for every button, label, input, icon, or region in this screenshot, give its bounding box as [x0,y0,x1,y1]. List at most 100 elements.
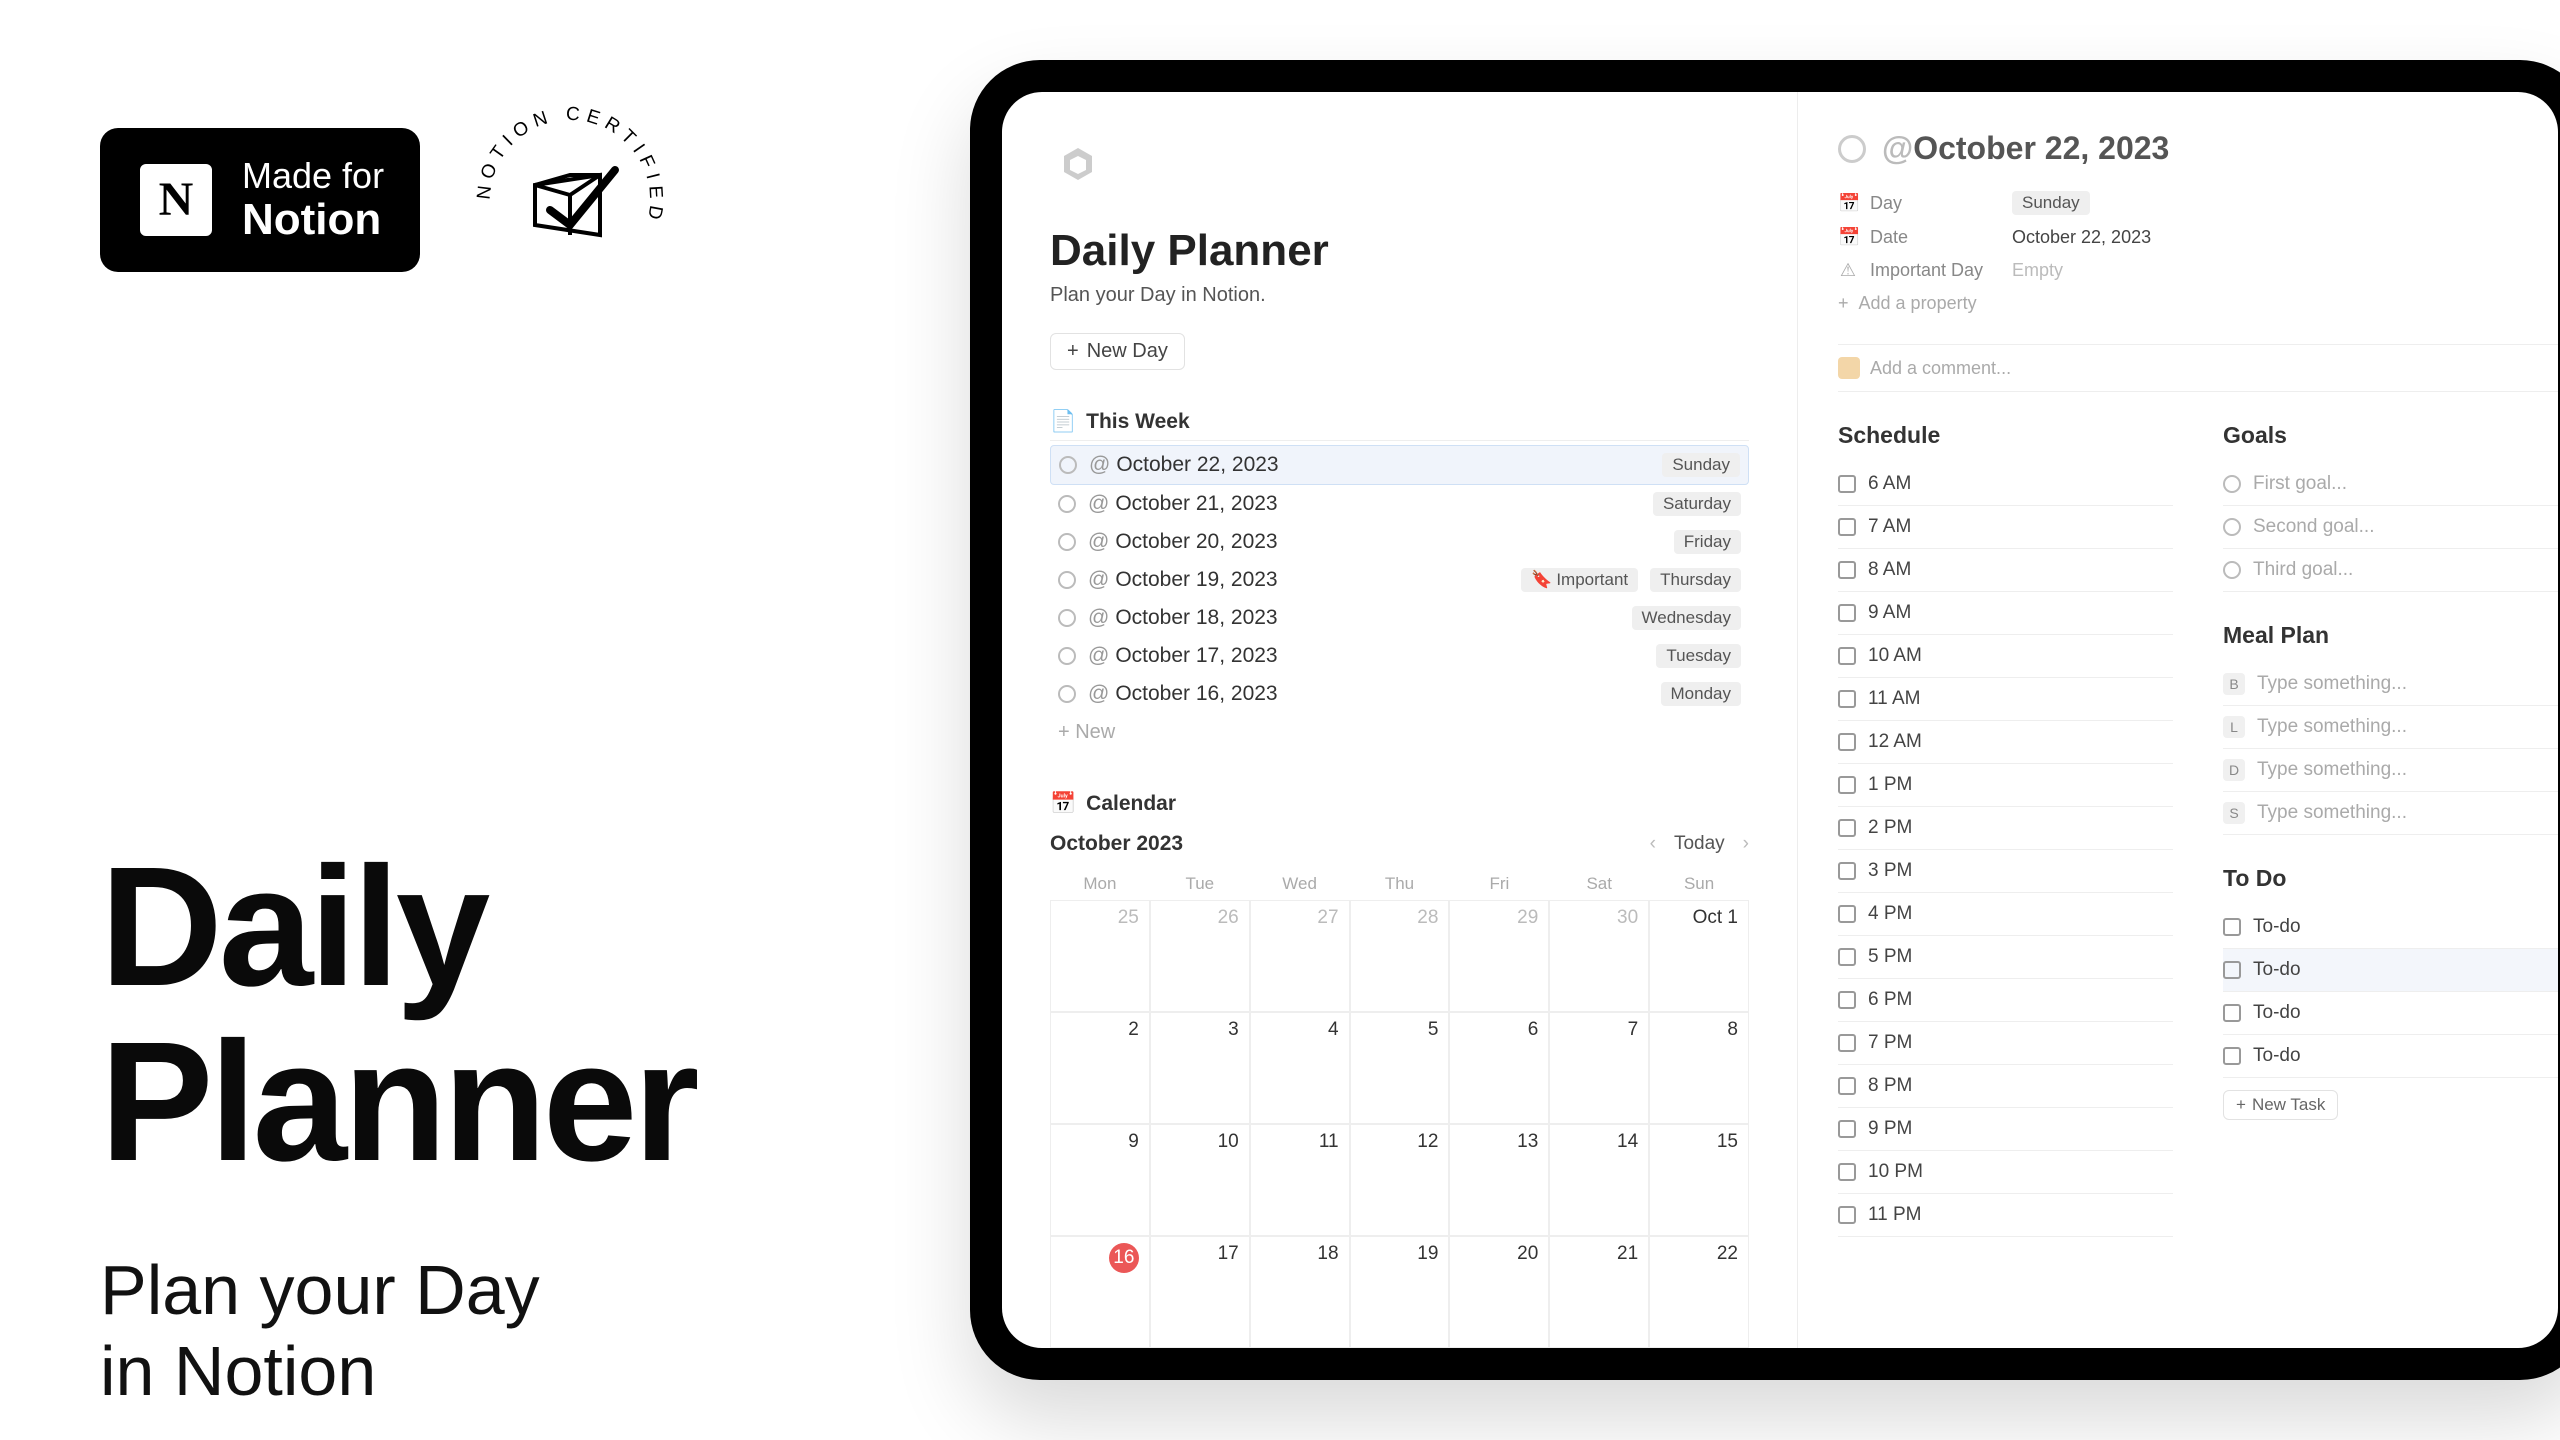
new-task-button[interactable]: + New Task [2223,1090,2338,1120]
schedule-row[interactable]: 11 PM [1838,1194,2173,1237]
calendar-cell[interactable]: 26 [1150,900,1250,1012]
schedule-row[interactable]: 1 PM [1838,764,2173,807]
new-row-button[interactable]: + New [1050,713,1749,752]
calendar-cell[interactable]: 28 [1350,900,1450,1012]
checkbox-icon[interactable] [1838,1163,1856,1181]
checkbox-icon[interactable] [1838,862,1856,880]
checkbox-icon[interactable] [1838,1120,1856,1138]
calendar-cell[interactable]: 30 [1549,900,1649,1012]
checkbox-icon[interactable] [1838,475,1856,493]
checkbox-icon[interactable] [1838,561,1856,579]
calendar-cell[interactable]: 18 [1250,1236,1350,1348]
add-property-button[interactable]: + Add a property [1838,287,2558,320]
week-row[interactable]: @ October 16, 2023 Monday [1050,675,1749,713]
schedule-row[interactable]: 6 PM [1838,979,2173,1022]
checkbox-icon[interactable] [1838,948,1856,966]
schedule-row[interactable]: 7 AM [1838,506,2173,549]
calendar-cell[interactable]: 19 [1350,1236,1450,1348]
todo-row[interactable]: To-do [2223,906,2558,949]
meal-row[interactable]: BType something... [2223,663,2558,706]
checkbox-icon[interactable] [1838,733,1856,751]
schedule-row[interactable]: 12 AM [1838,721,2173,764]
schedule-row[interactable]: 11 AM [1838,678,2173,721]
schedule-row[interactable]: 4 PM [1838,893,2173,936]
prop-date[interactable]: 📅 Date October 22, 2023 [1838,221,2558,254]
new-day-button[interactable]: + New Day [1050,333,1185,370]
goal-row[interactable]: First goal... [2223,463,2558,506]
checkbox-icon[interactable] [1838,518,1856,536]
calendar-cell[interactable]: 5 [1350,1012,1450,1124]
checkbox-icon[interactable] [1838,819,1856,837]
calendar-cell[interactable]: 12 [1350,1124,1450,1236]
goal-row[interactable]: Third goal... [2223,549,2558,592]
add-comment-input[interactable]: Add a comment... [1838,344,2558,392]
week-row[interactable]: @ October 20, 2023 Friday [1050,523,1749,561]
meal-row[interactable]: SType something... [2223,792,2558,835]
schedule-row[interactable]: 10 AM [1838,635,2173,678]
checkbox-icon[interactable] [2223,918,2241,936]
checkbox-icon[interactable] [1838,604,1856,622]
schedule-row[interactable]: 9 PM [1838,1108,2173,1151]
calendar-cell[interactable]: 8 [1649,1012,1749,1124]
calendar-cell[interactable]: 11 [1250,1124,1350,1236]
week-row[interactable]: @ October 19, 2023 🔖Important Thursday [1050,561,1749,599]
calendar-cell[interactable]: 7 [1549,1012,1649,1124]
schedule-row[interactable]: 9 AM [1838,592,2173,635]
chevron-left-icon[interactable]: ‹ [1650,833,1656,855]
week-row[interactable]: @ October 18, 2023 Wednesday [1050,599,1749,637]
checkbox-icon[interactable] [2223,1047,2241,1065]
calendar-cell[interactable]: 22 [1649,1236,1749,1348]
calendar-cell[interactable]: 15 [1649,1124,1749,1236]
this-week-header[interactable]: 📄 This Week [1050,410,1749,441]
calendar-cell[interactable]: 29 [1449,900,1549,1012]
calendar-cell[interactable]: 4 [1250,1012,1350,1124]
week-row[interactable]: @ October 22, 2023 Sunday [1050,445,1749,485]
calendar-cell[interactable]: 20 [1449,1236,1549,1348]
checkbox-icon[interactable] [2223,1004,2241,1022]
checkbox-icon[interactable] [1838,1077,1856,1095]
checkbox-icon[interactable] [1838,690,1856,708]
week-row[interactable]: @ October 17, 2023 Tuesday [1050,637,1749,675]
week-row[interactable]: @ October 21, 2023 Saturday [1050,485,1749,523]
checkbox-icon[interactable] [1838,905,1856,923]
todo-row[interactable]: To-do [2223,992,2558,1035]
schedule-row[interactable]: 8 PM [1838,1065,2173,1108]
calendar-cell[interactable]: 10 [1150,1124,1250,1236]
meal-row[interactable]: LType something... [2223,706,2558,749]
notion-logo-icon: N [136,160,216,240]
calendar-cell[interactable]: 13 [1449,1124,1549,1236]
calendar-cell[interactable]: Oct 1 [1649,900,1749,1012]
checkbox-icon[interactable] [1838,1034,1856,1052]
calendar-cell[interactable]: 16 [1050,1236,1150,1348]
todo-row[interactable]: To-do [2223,949,2558,992]
calendar-cell[interactable]: 9 [1050,1124,1150,1236]
calendar-cell[interactable]: 27 [1250,900,1350,1012]
schedule-row[interactable]: 10 PM [1838,1151,2173,1194]
chevron-right-icon[interactable]: › [1743,833,1749,855]
schedule-row[interactable]: 8 AM [1838,549,2173,592]
todo-row[interactable]: To-do [2223,1035,2558,1078]
calendar-cell[interactable]: 6 [1449,1012,1549,1124]
calendar-header[interactable]: 📅 Calendar [1050,792,1749,822]
schedule-row[interactable]: 7 PM [1838,1022,2173,1065]
checkbox-icon[interactable] [1838,1206,1856,1224]
calendar-cell[interactable]: 3 [1150,1012,1250,1124]
calendar-cell[interactable]: 17 [1150,1236,1250,1348]
schedule-row[interactable]: 6 AM [1838,463,2173,506]
meal-row[interactable]: DType something... [2223,749,2558,792]
calendar-cell[interactable]: 25 [1050,900,1150,1012]
calendar-cell[interactable]: 14 [1549,1124,1649,1236]
schedule-row[interactable]: 2 PM [1838,807,2173,850]
today-button[interactable]: Today [1674,833,1725,855]
checkbox-icon[interactable] [1838,776,1856,794]
prop-day[interactable]: 📅 Day Sunday [1838,185,2558,221]
goal-row[interactable]: Second goal... [2223,506,2558,549]
checkbox-icon[interactable] [1838,647,1856,665]
checkbox-icon[interactable] [2223,961,2241,979]
schedule-row[interactable]: 5 PM [1838,936,2173,979]
calendar-cell[interactable]: 2 [1050,1012,1150,1124]
calendar-cell[interactable]: 21 [1549,1236,1649,1348]
prop-important[interactable]: ⚠ Important Day Empty [1838,254,2558,287]
schedule-row[interactable]: 3 PM [1838,850,2173,893]
checkbox-icon[interactable] [1838,991,1856,1009]
